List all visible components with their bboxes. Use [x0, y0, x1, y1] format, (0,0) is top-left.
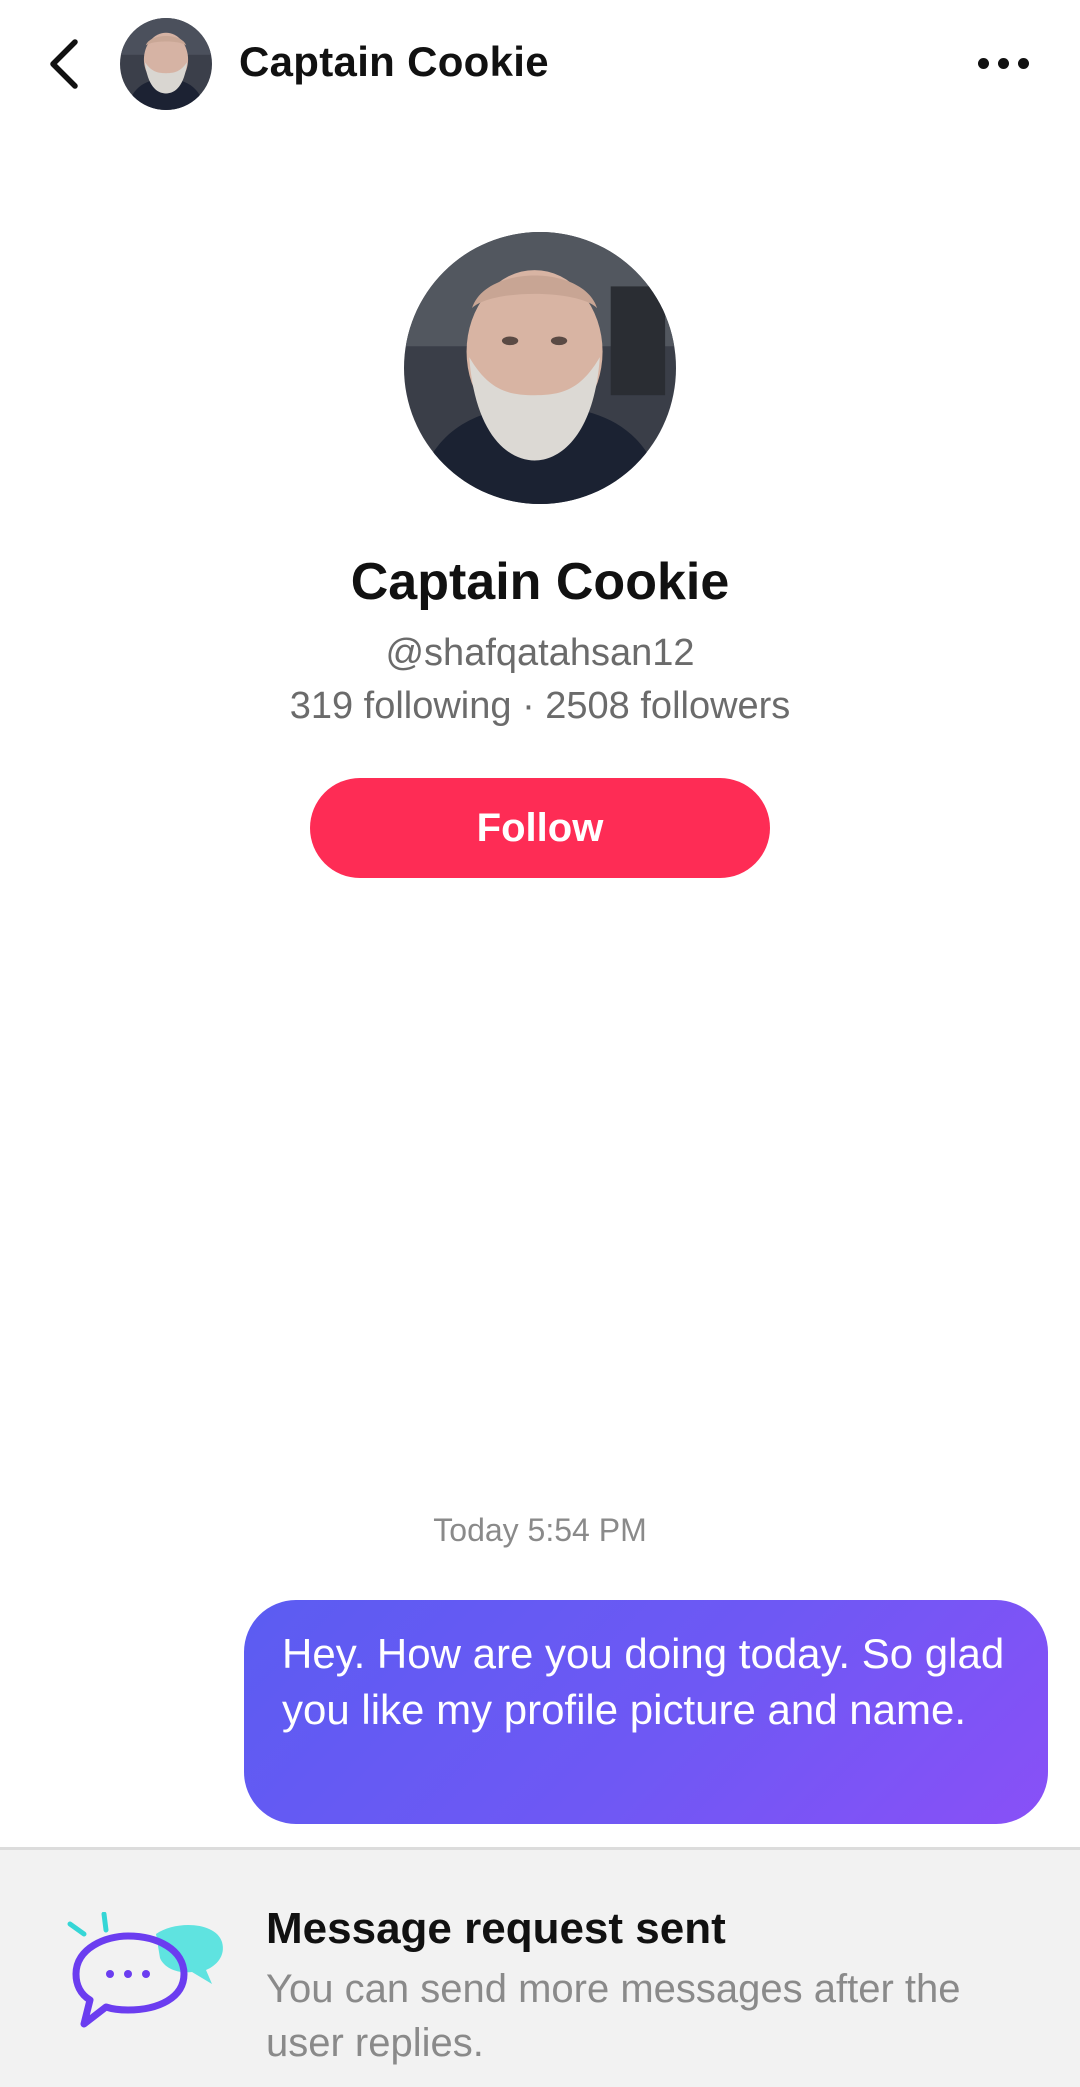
- follow-button[interactable]: Follow: [310, 778, 770, 878]
- banner-subtitle: You can send more messages after the use…: [266, 1967, 961, 2065]
- profile-stats: 319 following · 2508 followers: [289, 685, 791, 727]
- chat-header: Captain Cookie: [0, 0, 1080, 132]
- more-horizontal-icon-dot: [1017, 57, 1029, 69]
- more-horizontal-icon: [977, 57, 989, 69]
- outgoing-message-bubble[interactable]: Hey. How are you doing today. So glad yo…: [244, 1600, 1048, 1824]
- profile-section: Captain Cookie @shafqatahsan12 319 follo…: [0, 232, 1080, 878]
- avatar-image: [120, 18, 212, 110]
- more-horizontal-icon-dot: [997, 57, 1009, 69]
- profile-avatar[interactable]: [404, 232, 676, 504]
- more-options-button[interactable]: [968, 38, 1038, 88]
- header-title: Captain Cookie: [239, 38, 549, 85]
- banner-title: Message request sent: [266, 1904, 726, 1953]
- header-avatar[interactable]: [120, 18, 212, 110]
- message-request-icon: [67, 1912, 223, 2028]
- avatar-image: [404, 232, 676, 504]
- profile-name: Captain Cookie: [350, 553, 730, 611]
- back-button[interactable]: [38, 34, 88, 94]
- message-request-banner: Message request sent You can send more m…: [0, 1847, 1080, 2087]
- message-timestamp: Today 5:54 PM: [433, 1512, 647, 1548]
- chevron-left-icon: [50, 39, 78, 89]
- profile-handle: @shafqatahsan12: [385, 632, 695, 674]
